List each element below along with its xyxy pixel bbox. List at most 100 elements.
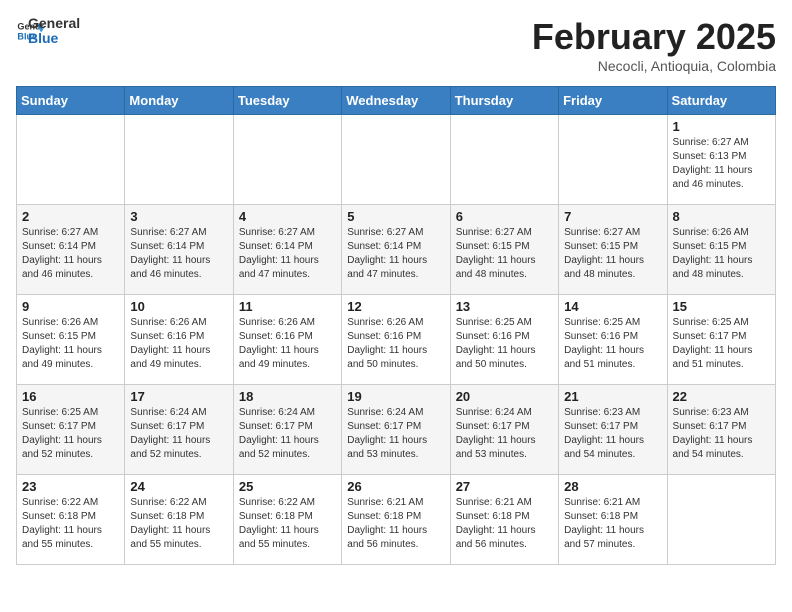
day-info: Sunrise: 6:24 AM Sunset: 6:17 PM Dayligh… [239, 406, 336, 462]
day-cell: 5 Sunrise: 6:27 AM Sunset: 6:14 PM Daylig… [342, 205, 450, 295]
day-info: Sunrise: 6:26 AM Sunset: 6:15 PM Dayligh… [22, 316, 119, 372]
day-number: 7 [564, 209, 661, 224]
day-number: 9 [22, 299, 119, 314]
day-cell: 6Sunrise: 6:27 AM Sunset: 6:15 PM Daylig… [450, 205, 558, 295]
day-number: 5 [347, 209, 444, 224]
day-number: 4 [239, 209, 336, 224]
weekday-header-wednesday: Wednesday [342, 87, 450, 115]
day-info: Sunrise: 6:27 AM Sunset: 6:15 PM Dayligh… [456, 226, 553, 282]
title-area: February 2025 Necocli, Antioquia, Colomb… [532, 16, 776, 74]
day-number: 1 [673, 119, 770, 134]
day-cell: 19Sunrise: 6:24 AM Sunset: 6:17 PM Dayli… [342, 385, 450, 475]
weekday-header-friday: Friday [559, 87, 667, 115]
day-info: Sunrise: 6:26 AM Sunset: 6:16 PM Dayligh… [347, 316, 444, 372]
day-cell [342, 115, 450, 205]
day-cell: 27 Sunrise: 6:21 AM Sunset: 6:18 PM Dayli… [450, 475, 558, 565]
day-info: Sunrise: 6:24 AM Sunset: 6:17 PM Dayligh… [456, 406, 553, 462]
day-cell [450, 115, 558, 205]
week-row-4: 16 Sunrise: 6:25 AM Sunset: 6:17 PM Dayli… [17, 385, 776, 475]
day-cell: 26Sunrise: 6:21 AM Sunset: 6:18 PM Dayli… [342, 475, 450, 565]
day-number: 16 [22, 389, 119, 404]
logo: General Blue General Blue [16, 16, 80, 47]
day-cell: 4 Sunrise: 6:27 AM Sunset: 6:14 PM Daylig… [233, 205, 341, 295]
day-cell: 7 Sunrise: 6:27 AM Sunset: 6:15 PM Daylig… [559, 205, 667, 295]
day-cell: 3 Sunrise: 6:27 AM Sunset: 6:14 PM Daylig… [125, 205, 233, 295]
weekday-header-tuesday: Tuesday [233, 87, 341, 115]
day-number: 8 [673, 209, 770, 224]
day-number: 13 [456, 299, 553, 314]
weekday-header-thursday: Thursday [450, 87, 558, 115]
day-cell: 25Sunrise: 6:22 AM Sunset: 6:18 PM Dayli… [233, 475, 341, 565]
day-number: 14 [564, 299, 661, 314]
week-row-5: 23 Sunrise: 6:22 AM Sunset: 6:18 PM Dayli… [17, 475, 776, 565]
day-cell: 21Sunrise: 6:23 AM Sunset: 6:17 PM Dayli… [559, 385, 667, 475]
month-title: February 2025 [532, 16, 776, 58]
day-number: 28 [564, 479, 661, 494]
day-info: Sunrise: 6:25 AM Sunset: 6:17 PM Dayligh… [673, 316, 770, 372]
day-info: Sunrise: 6:21 AM Sunset: 6:18 PM Dayligh… [347, 496, 444, 552]
weekday-header-row: SundayMondayTuesdayWednesdayThursdayFrid… [17, 87, 776, 115]
day-cell [559, 115, 667, 205]
day-info: Sunrise: 6:26 AM Sunset: 6:16 PM Dayligh… [239, 316, 336, 372]
day-info: Sunrise: 6:22 AM Sunset: 6:18 PM Dayligh… [22, 496, 119, 552]
day-cell: 20 Sunrise: 6:24 AM Sunset: 6:17 PM Dayli… [450, 385, 558, 475]
day-info: Sunrise: 6:23 AM Sunset: 6:17 PM Dayligh… [564, 406, 661, 462]
day-cell: 2 Sunrise: 6:27 AM Sunset: 6:14 PM Daylig… [17, 205, 125, 295]
day-number: 23 [22, 479, 119, 494]
day-cell [17, 115, 125, 205]
day-number: 12 [347, 299, 444, 314]
weekday-header-monday: Monday [125, 87, 233, 115]
day-cell: 10 Sunrise: 6:26 AM Sunset: 6:16 PM Dayli… [125, 295, 233, 385]
day-info: Sunrise: 6:25 AM Sunset: 6:16 PM Dayligh… [564, 316, 661, 372]
header: General Blue General Blue February 2025 … [16, 16, 776, 74]
location: Necocli, Antioquia, Colombia [532, 58, 776, 74]
day-cell: 15 Sunrise: 6:25 AM Sunset: 6:17 PM Dayli… [667, 295, 775, 385]
day-info: Sunrise: 6:21 AM Sunset: 6:18 PM Dayligh… [564, 496, 661, 552]
day-info: Sunrise: 6:27 AM Sunset: 6:14 PM Dayligh… [130, 226, 227, 282]
day-info: Sunrise: 6:22 AM Sunset: 6:18 PM Dayligh… [130, 496, 227, 552]
day-cell: 9 Sunrise: 6:26 AM Sunset: 6:15 PM Daylig… [17, 295, 125, 385]
day-info: Sunrise: 6:21 AM Sunset: 6:18 PM Dayligh… [456, 496, 553, 552]
day-cell: 11Sunrise: 6:26 AM Sunset: 6:16 PM Dayli… [233, 295, 341, 385]
day-info: Sunrise: 6:27 AM Sunset: 6:14 PM Dayligh… [22, 226, 119, 282]
day-info: Sunrise: 6:25 AM Sunset: 6:16 PM Dayligh… [456, 316, 553, 372]
day-cell: 22Sunrise: 6:23 AM Sunset: 6:17 PM Dayli… [667, 385, 775, 475]
week-row-1: 1 Sunrise: 6:27 AM Sunset: 6:13 PM Daylig… [17, 115, 776, 205]
logo-general-text: General [28, 16, 80, 31]
day-cell: 1 Sunrise: 6:27 AM Sunset: 6:13 PM Daylig… [667, 115, 775, 205]
day-cell: 17Sunrise: 6:24 AM Sunset: 6:17 PM Dayli… [125, 385, 233, 475]
week-row-3: 9 Sunrise: 6:26 AM Sunset: 6:15 PM Daylig… [17, 295, 776, 385]
day-number: 27 [456, 479, 553, 494]
day-cell: 23 Sunrise: 6:22 AM Sunset: 6:18 PM Dayli… [17, 475, 125, 565]
day-info: Sunrise: 6:27 AM Sunset: 6:15 PM Dayligh… [564, 226, 661, 282]
day-number: 15 [673, 299, 770, 314]
day-cell: 24 Sunrise: 6:22 AM Sunset: 6:18 PM Dayli… [125, 475, 233, 565]
day-info: Sunrise: 6:27 AM Sunset: 6:14 PM Dayligh… [347, 226, 444, 282]
day-cell: 13 Sunrise: 6:25 AM Sunset: 6:16 PM Dayli… [450, 295, 558, 385]
day-cell: 16 Sunrise: 6:25 AM Sunset: 6:17 PM Dayli… [17, 385, 125, 475]
day-number: 20 [456, 389, 553, 404]
day-info: Sunrise: 6:25 AM Sunset: 6:17 PM Dayligh… [22, 406, 119, 462]
day-info: Sunrise: 6:24 AM Sunset: 6:17 PM Dayligh… [130, 406, 227, 462]
day-info: Sunrise: 6:27 AM Sunset: 6:13 PM Dayligh… [673, 136, 770, 192]
day-number: 25 [239, 479, 336, 494]
day-cell: 12 Sunrise: 6:26 AM Sunset: 6:16 PM Dayli… [342, 295, 450, 385]
day-cell [125, 115, 233, 205]
day-info: Sunrise: 6:26 AM Sunset: 6:15 PM Dayligh… [673, 226, 770, 282]
day-cell [667, 475, 775, 565]
day-number: 10 [130, 299, 227, 314]
day-number: 24 [130, 479, 227, 494]
day-cell: 14 Sunrise: 6:25 AM Sunset: 6:16 PM Dayli… [559, 295, 667, 385]
logo-blue-text: Blue [28, 31, 80, 46]
day-number: 3 [130, 209, 227, 224]
day-cell: 8 Sunrise: 6:26 AM Sunset: 6:15 PM Daylig… [667, 205, 775, 295]
day-info: Sunrise: 6:27 AM Sunset: 6:14 PM Dayligh… [239, 226, 336, 282]
day-cell: 28 Sunrise: 6:21 AM Sunset: 6:18 PM Dayli… [559, 475, 667, 565]
day-info: Sunrise: 6:24 AM Sunset: 6:17 PM Dayligh… [347, 406, 444, 462]
day-info: Sunrise: 6:26 AM Sunset: 6:16 PM Dayligh… [130, 316, 227, 372]
week-row-2: 2 Sunrise: 6:27 AM Sunset: 6:14 PM Daylig… [17, 205, 776, 295]
calendar: SundayMondayTuesdayWednesdayThursdayFrid… [16, 86, 776, 565]
day-number: 22 [673, 389, 770, 404]
weekday-header-sunday: Sunday [17, 87, 125, 115]
day-number: 2 [22, 209, 119, 224]
